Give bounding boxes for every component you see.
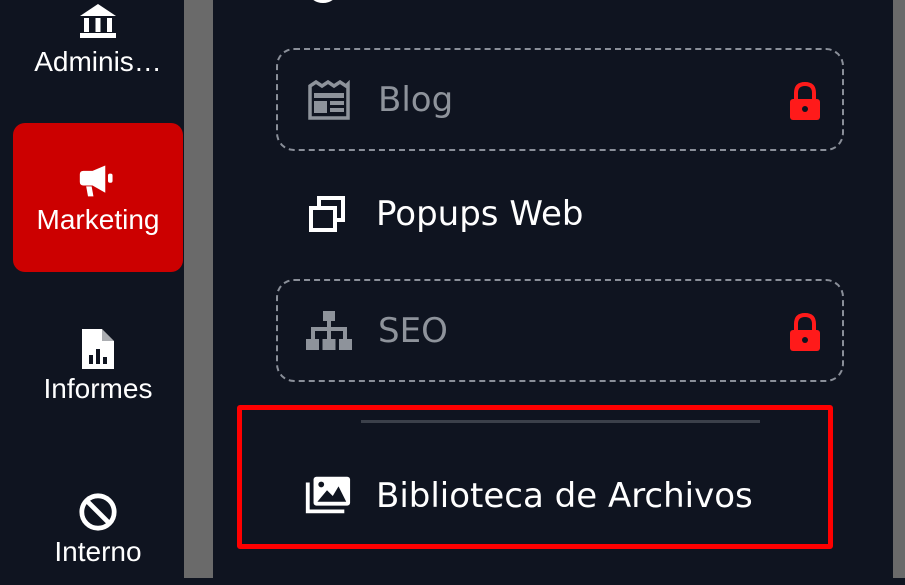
submenu-item-label: SEO [378,310,448,351]
sidebar-separator [184,0,213,578]
sidebar-item-marketing[interactable]: Marketing [13,123,183,272]
sidebar-item-interno[interactable]: Interno [13,475,183,585]
sidebar-item-informes[interactable]: Informes [13,312,183,422]
submenu-item-popups-web[interactable]: Popups Web [276,162,844,265]
report-file-icon [78,329,118,369]
window-restore-icon [302,189,352,239]
panel-scroll-edge [893,0,905,578]
submenu-item-seo[interactable]: SEO [276,279,844,382]
submenu-item-blog[interactable]: Blog [276,48,844,151]
lock-icon [788,312,822,353]
main-sidebar: Adminis… Marketing Informes Interno [0,0,184,578]
globe-icon [305,0,341,13]
sidebar-item-label: Adminis… [34,46,162,77]
sidebar-item-label: Informes [43,373,153,404]
sidebar-item-label: Marketing [36,203,160,235]
megaphone-icon [78,160,118,200]
submenu-item-label: Popups Web [376,193,584,234]
highlight-box [237,405,833,549]
sidebar-item-administracion[interactable]: Adminis… [13,0,183,90]
submenu-item-label: Blog [378,79,454,120]
sitemap-icon [304,306,354,356]
sidebar-item-label: Interno [54,536,142,567]
lock-icon [788,81,822,122]
bank-icon [78,2,118,42]
newspaper-icon [304,75,354,125]
ban-icon [78,492,118,532]
